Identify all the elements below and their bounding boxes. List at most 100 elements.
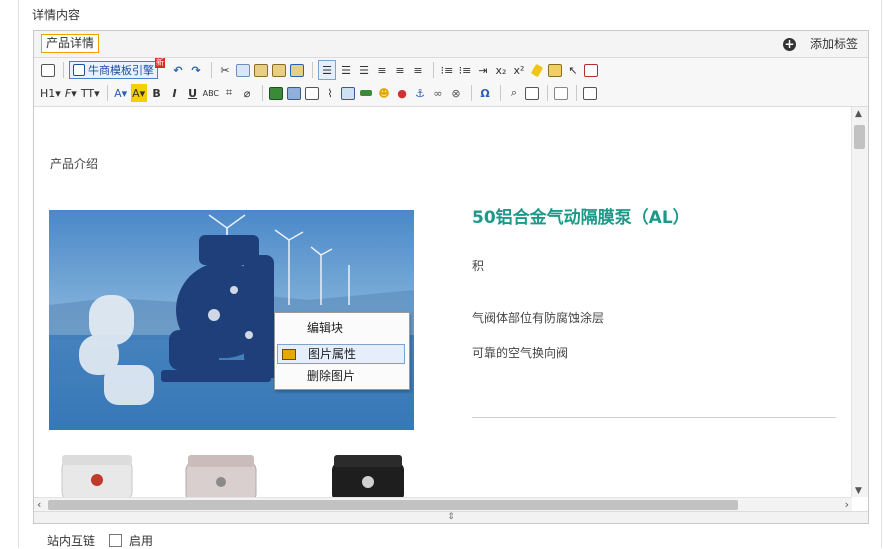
- toolbar-separator: [500, 85, 501, 101]
- product-thumbnail-image[interactable]: [52, 452, 144, 497]
- scroll-left-icon[interactable]: ‹: [37, 498, 41, 511]
- paste-text-icon[interactable]: [271, 61, 287, 79]
- redo-icon[interactable]: ↷: [188, 61, 204, 79]
- subscript-icon[interactable]: x₂: [493, 61, 509, 79]
- horizontal-rule: [472, 417, 836, 418]
- insert-gallery-icon[interactable]: [286, 84, 302, 102]
- editor-content-area[interactable]: 产品介绍 50铝合金气动隔膜泵（AL） 积 气阀体部位有防腐蚀涂层 可靠的空气换…: [34, 107, 852, 497]
- link-icon[interactable]: ∞: [430, 84, 446, 102]
- anchor-icon[interactable]: ⚓: [412, 84, 428, 102]
- context-menu-edit-block[interactable]: 编辑块: [277, 318, 405, 338]
- font-color-icon[interactable]: A▾: [113, 84, 129, 102]
- context-menu-image-properties[interactable]: 图片属性: [277, 344, 405, 364]
- product-title: 50铝合金气动隔膜泵（AL）: [472, 208, 690, 228]
- toolbar-separator: [471, 85, 472, 101]
- toolbar-row-2: H1 ▾ F ▾ TT ▾ A▾ A▾ B I U ABC ⌗ ⌀ ⌇ ☻ ● ⚓ ∞…: [40, 83, 600, 103]
- vertical-scroll-thumb[interactable]: [854, 125, 865, 149]
- superscript-icon[interactable]: x²: [511, 61, 527, 79]
- context-menu-delete-image[interactable]: 删除图片: [277, 366, 405, 386]
- select-all-icon[interactable]: ↖: [565, 61, 581, 79]
- enable-label: 启用: [129, 534, 154, 548]
- emoji-icon[interactable]: ☻: [376, 84, 392, 102]
- indent-icon[interactable]: ⇥: [475, 61, 491, 79]
- tab-bar: 产品详情 + 添加标签: [34, 31, 868, 58]
- toolbar-separator: [433, 62, 434, 78]
- fullscreen-icon[interactable]: [583, 61, 599, 79]
- insert-video-icon[interactable]: [304, 84, 320, 102]
- cut-icon[interactable]: ✂: [217, 61, 233, 79]
- unordered-list-icon[interactable]: ⁝≡: [457, 61, 473, 79]
- indent-right-icon[interactable]: ≡: [410, 61, 426, 79]
- template-engine-button[interactable]: 牛商模板引擎 新: [69, 58, 165, 79]
- product-thumbnail-image[interactable]: [324, 452, 416, 497]
- toolbar-row-1: 牛商模板引擎 新 ↶ ↷ ✂ ☰ ☰ ☰ ≡ ≡ ≡ ⁝≡ ⁝≡ ⇥ x₂ x²: [40, 58, 601, 80]
- font-size-dropdown[interactable]: TT ▾: [81, 84, 100, 102]
- preview-icon[interactable]: [524, 84, 540, 102]
- enable-checkbox[interactable]: [109, 534, 123, 547]
- special-char-icon[interactable]: Ω: [477, 84, 493, 102]
- insert-image-icon[interactable]: [268, 84, 284, 102]
- source-code-icon[interactable]: [582, 84, 598, 102]
- product-feature-text: 可靠的空气换向阀: [472, 346, 569, 360]
- strikethrough-icon[interactable]: ABC: [203, 84, 219, 102]
- search-replace-icon[interactable]: ⌕: [506, 84, 522, 102]
- insert-table-icon[interactable]: [340, 84, 356, 102]
- italic-icon[interactable]: I: [167, 84, 183, 102]
- page-break-icon[interactable]: [553, 84, 569, 102]
- intro-heading: 产品介绍: [50, 157, 99, 171]
- highlight-color-icon[interactable]: A▾: [130, 84, 147, 102]
- source-doc-icon[interactable]: [40, 61, 56, 79]
- section-label: 详情内容: [32, 8, 81, 22]
- align-left-icon[interactable]: ☰: [318, 60, 336, 80]
- vertical-scrollbar[interactable]: ▲ ▼: [851, 107, 868, 497]
- template-icon: [73, 64, 85, 76]
- add-tag-button[interactable]: + 添加标签: [782, 36, 858, 52]
- toolbar-separator: [106, 85, 108, 101]
- align-justify-icon[interactable]: ≡: [374, 61, 390, 79]
- toolbar-separator: [211, 62, 212, 78]
- scroll-up-icon[interactable]: ▲: [855, 109, 862, 119]
- tab-product-detail[interactable]: 产品详情: [41, 34, 100, 53]
- ordered-list-icon[interactable]: ⁝≡: [439, 61, 455, 79]
- product-paragraph: 积: [472, 259, 485, 273]
- toolbar-separator: [576, 85, 577, 101]
- new-badge: 新: [155, 58, 165, 68]
- rich-text-editor: 产品详情 + 添加标签 牛商模板引擎 新 ↶ ↷ ✂ ☰ ☰ ☰ ≡ ≡ ≡ ⁝…: [33, 30, 869, 524]
- template-engine-label: 牛商模板引擎: [88, 64, 154, 77]
- copy-icon[interactable]: [235, 61, 251, 79]
- align-right-icon[interactable]: ☰: [356, 61, 372, 79]
- editor-toolbar: 牛商模板引擎 新 ↶ ↷ ✂ ☰ ☰ ☰ ≡ ≡ ≡ ⁝≡ ⁝≡ ⇥ x₂ x²: [34, 58, 868, 107]
- product-thumbnail-image[interactable]: [176, 452, 268, 497]
- scroll-right-icon[interactable]: ›: [845, 498, 849, 511]
- product-feature-text: 气阀体部位有防腐蚀涂层: [472, 311, 605, 325]
- bold-icon[interactable]: B: [149, 84, 165, 102]
- toolbar-separator: [262, 85, 263, 101]
- heading-dropdown[interactable]: H1 ▾: [40, 84, 61, 102]
- image-context-menu: 编辑块 图片属性 删除图片: [274, 312, 410, 390]
- attachment-icon[interactable]: ⌇: [322, 84, 338, 102]
- insert-row-icon[interactable]: [358, 84, 374, 102]
- undo-icon[interactable]: ↶: [170, 61, 186, 79]
- toolbar-separator: [547, 85, 548, 101]
- underline-icon[interactable]: U: [185, 84, 201, 102]
- resize-grip-icon: ⇕: [447, 512, 455, 522]
- paste-word-icon[interactable]: [289, 61, 305, 79]
- internal-link-label: 站内互链: [47, 534, 96, 548]
- indent-center-icon[interactable]: ≡: [392, 61, 408, 79]
- editor-resize-handle[interactable]: ⇕: [34, 511, 868, 523]
- eraser-icon[interactable]: ⌀: [239, 84, 255, 102]
- clear-format-icon[interactable]: [547, 61, 563, 79]
- horizontal-scroll-thumb[interactable]: [48, 500, 738, 510]
- format-brush-icon[interactable]: [529, 61, 545, 79]
- scroll-down-icon[interactable]: ▼: [855, 486, 862, 496]
- align-center-icon[interactable]: ☰: [338, 61, 354, 79]
- unlink-icon[interactable]: ⊗: [448, 84, 464, 102]
- font-family-dropdown[interactable]: F ▾: [63, 84, 79, 102]
- plus-circle-icon: +: [782, 36, 796, 51]
- context-menu-label: 图片属性: [308, 347, 357, 361]
- map-marker-icon[interactable]: ●: [394, 84, 410, 102]
- table-grid-icon[interactable]: ⌗: [221, 84, 237, 102]
- paste-icon[interactable]: [253, 61, 269, 79]
- toolbar-separator: [63, 62, 64, 78]
- horizontal-scrollbar[interactable]: ‹ ›: [34, 497, 852, 512]
